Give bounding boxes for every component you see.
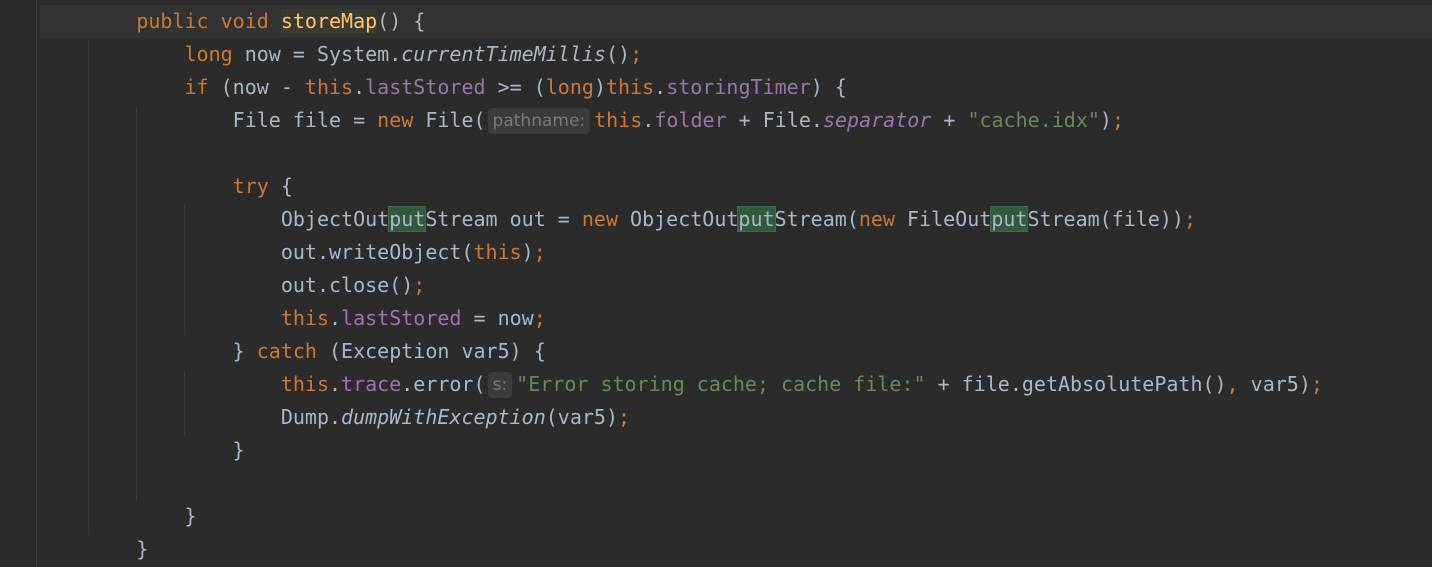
- code-line[interactable]: try {: [40, 170, 1432, 203]
- code-line[interactable]: }: [40, 434, 1432, 467]
- code-line[interactable]: [40, 137, 1432, 170]
- search-match: put: [388, 206, 427, 232]
- code-editor[interactable]: public void storeMap() { long now = Syst…: [0, 0, 1432, 567]
- code-line[interactable]: long now = System.currentTimeMillis();: [40, 38, 1432, 71]
- code-line[interactable]: } catch (Exception var5) {: [40, 335, 1432, 368]
- code-line[interactable]: [40, 467, 1432, 500]
- code-line[interactable]: out.close();: [40, 269, 1432, 302]
- search-match: put: [737, 206, 776, 232]
- code-line[interactable]: }: [40, 533, 1432, 566]
- code-line[interactable]: File file = new File(pathname: this.folde…: [40, 104, 1432, 137]
- code-line[interactable]: this.lastStored = now;: [40, 302, 1432, 335]
- code-line[interactable]: if (now - this.lastStored >= (long)this.…: [40, 71, 1432, 104]
- parameter-hint: pathname:: [487, 108, 591, 134]
- code-line[interactable]: ObjectOutputStream out = new ObjectOutpu…: [40, 203, 1432, 236]
- parameter-hint: s:: [487, 372, 513, 398]
- code-line[interactable]: public void storeMap() {: [40, 5, 1432, 38]
- method-name[interactable]: storeMap: [280, 9, 378, 33]
- search-match: put: [990, 206, 1029, 232]
- gutter-separator: [36, 0, 37, 567]
- code-line[interactable]: this.trace.error(s: "Error storing cache;…: [40, 368, 1432, 401]
- code-line[interactable]: Dump.dumpWithException(var5);: [40, 401, 1432, 434]
- code-line[interactable]: }: [40, 500, 1432, 533]
- code-line[interactable]: out.writeObject(this);: [40, 236, 1432, 269]
